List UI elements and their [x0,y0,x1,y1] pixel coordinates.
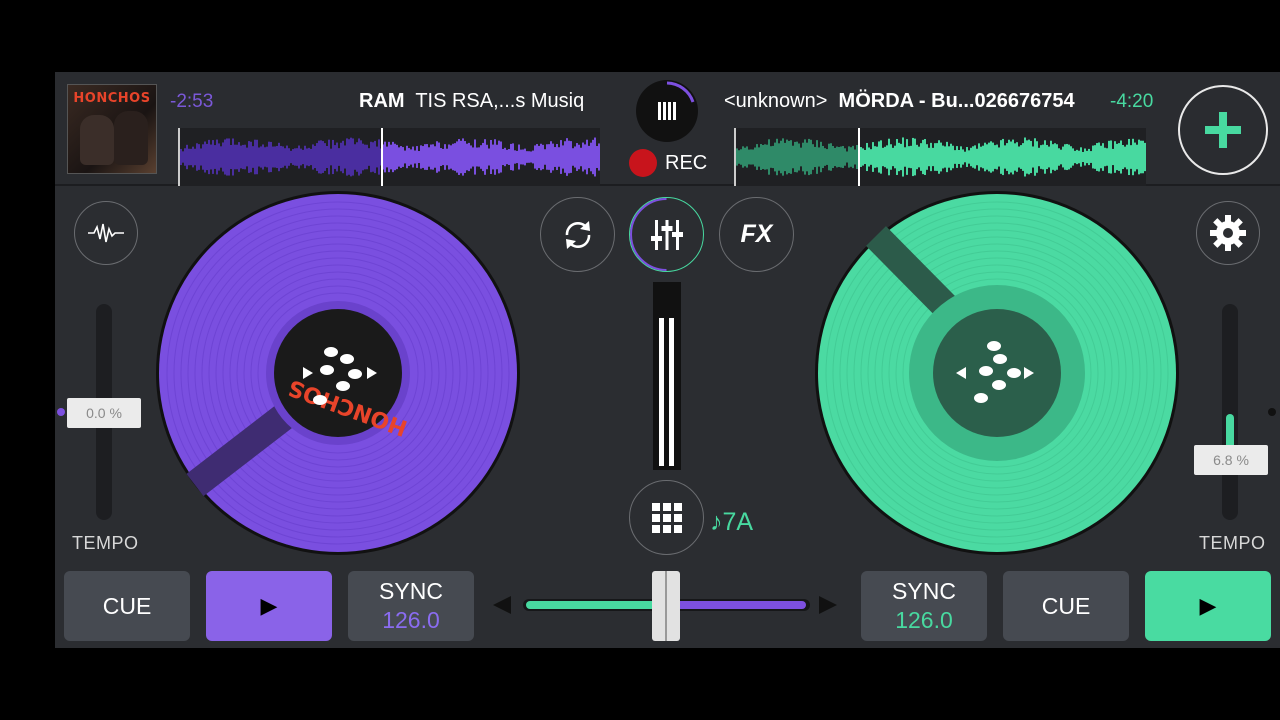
track-info-right[interactable]: <unknown> MÖRDA - Bu...026676754 [724,90,1075,113]
loop-button[interactable] [540,197,615,272]
cue-button-left[interactable]: CUE [64,571,190,641]
track-artist-right: <unknown> [724,90,828,112]
time-remaining-right: -4:20 [1110,91,1154,112]
bpm-left: 126.0 [382,607,440,633]
equalizer-bars-icon [658,81,695,120]
tempo-label-left: TEMPO [72,533,139,553]
play-icon: ▶ [260,593,278,618]
vu-meter [653,282,681,470]
cue-button-right[interactable]: CUE [1003,571,1129,641]
album-art-figure [80,115,114,165]
time-remaining-left: -2:53 [170,91,214,112]
cue-label-left: CUE [102,592,152,619]
crossfader-fill-left [526,601,666,609]
sync-label-left: SYNC [379,578,443,604]
record-menu-button[interactable] [636,80,698,142]
pads-button[interactable] [629,480,704,555]
fx-label: FX [740,220,773,248]
vu-bar-left [659,318,664,466]
crossfader-left-arrow-icon[interactable] [493,596,511,614]
waveform-toggle-button[interactable] [74,201,138,265]
transport-bar: CUE ▶ SYNC 126.0 SYNC 126.0 CUE ▶ [55,560,1280,648]
key-label[interactable]: ♪7A [710,508,753,537]
waveform-left[interactable] [178,128,600,186]
add-track-button[interactable] [1178,85,1268,175]
mixer-sliders-icon [650,219,683,250]
track-info-left[interactable]: RAM TIS RSA,...s Musiq [359,90,584,113]
play-icon: ▶ [1199,593,1217,618]
tempo-label-right: TEMPO [1199,533,1266,553]
tempo-value-left[interactable]: 0.0 % [67,398,141,428]
waveform-right[interactable] [734,128,1146,186]
settings-button[interactable] [1196,201,1260,265]
pulse-icon [88,223,124,243]
record-label[interactable]: REC [665,152,707,175]
track-title-left: TIS RSA,...s Musiq [415,90,585,112]
top-bar: HONCHOS -2:53 RAM TIS RSA,...s Musiq REC… [55,72,1280,186]
turntable-right[interactable] [814,190,1180,556]
mixer-button[interactable] [629,197,704,272]
grid-icon [651,502,682,533]
center-label-right [933,309,1061,437]
sync-label-right: SYNC [892,578,956,604]
tempo-marker-right [1268,408,1276,416]
vu-bar-right [669,318,674,466]
play-button-right[interactable]: ▶ [1145,571,1271,641]
cue-label-right: CUE [1041,592,1091,619]
play-button-left[interactable]: ▶ [206,571,332,641]
turntable-left[interactable]: HONCHOS [155,190,521,556]
track-artist-left: RAM [359,90,405,112]
tempo-marker-left [57,408,65,416]
fx-button[interactable]: FX [719,197,794,272]
plus-icon [1205,112,1241,148]
sync-button-right[interactable]: SYNC 126.0 [861,571,987,641]
track-title-right: MÖRDA - Bu...026676754 [838,90,1075,112]
album-art-figure [114,111,148,165]
bpm-right: 126.0 [895,607,953,633]
tempo-slider-right[interactable] [1222,304,1238,520]
sync-arrows-icon [565,220,590,249]
sync-button-left[interactable]: SYNC 126.0 [348,571,474,641]
gear-icon [1210,215,1246,251]
tempo-value-right[interactable]: 6.8 % [1194,445,1268,475]
album-art-left[interactable]: HONCHOS [67,84,157,174]
record-icon[interactable] [629,149,657,177]
crossfader-right-arrow-icon[interactable] [819,596,837,614]
crossfader-fill-right [666,601,806,609]
dj-app: HONCHOS -2:53 RAM TIS RSA,...s Musiq REC… [55,72,1280,648]
crossfader[interactable] [490,560,840,648]
album-art-title: HONCHOS [73,91,151,106]
